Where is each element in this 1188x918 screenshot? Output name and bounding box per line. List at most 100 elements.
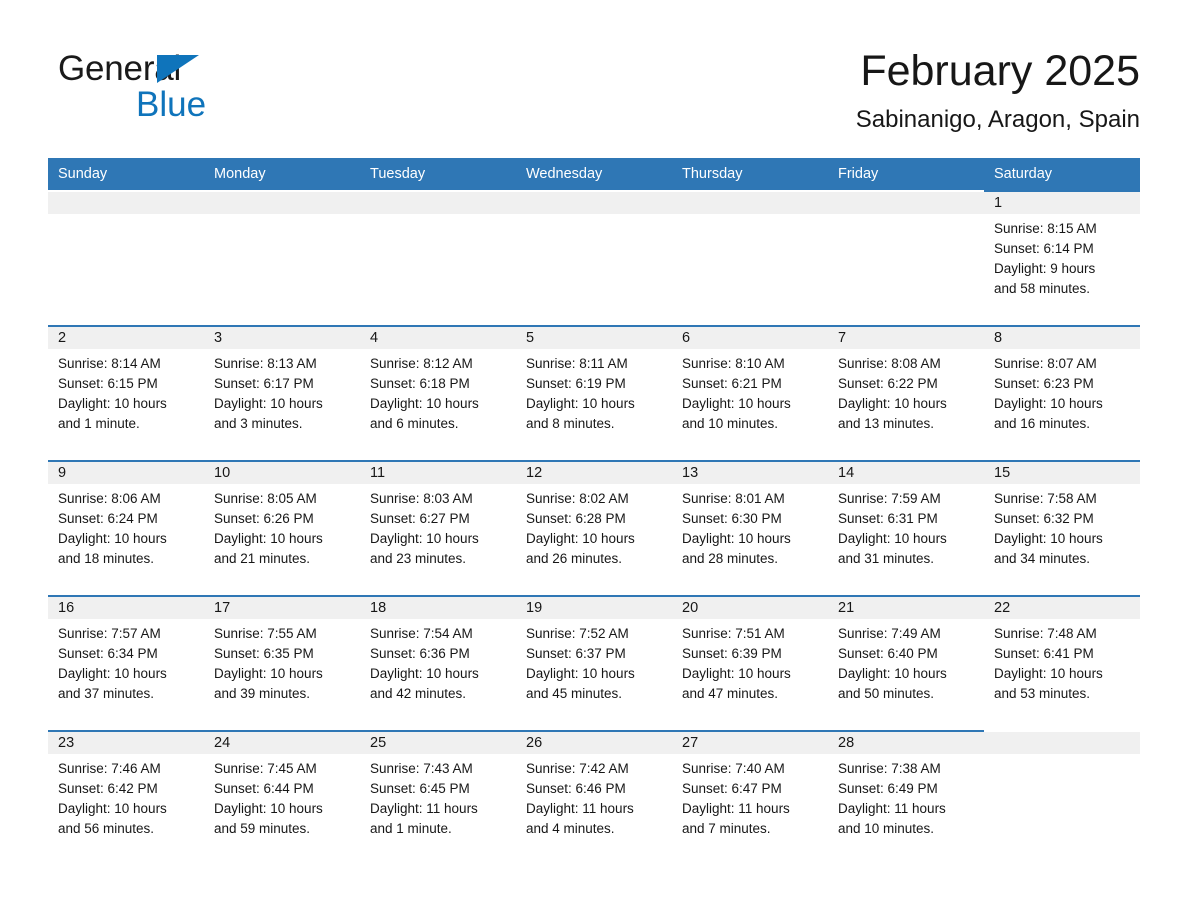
sunrise-time: Sunrise: 7:45 AM [214, 761, 317, 776]
day-number [204, 192, 360, 214]
sunrise-time: Sunrise: 7:58 AM [994, 491, 1097, 506]
daylight-duration-line2: and 21 minutes. [214, 551, 311, 566]
generalblue-logo[interactable]: General Blue [58, 50, 358, 146]
day-number: 4 [360, 327, 516, 349]
daylight-duration-line2: and 4 minutes. [526, 821, 615, 836]
day-number: 3 [204, 327, 360, 349]
calendar-day-cell[interactable]: 28 Sunrise: 7:38 AM Sunset: 6:49 PM Dayligh… [828, 730, 984, 865]
calendar-cell-empty [672, 190, 828, 326]
daylight-duration-line2: and 31 minutes. [838, 551, 935, 566]
sunset-time: Sunset: 6:46 PM [526, 781, 626, 796]
daylight-duration-line1: Daylight: 10 hours [682, 666, 791, 681]
calendar-day-cell[interactable]: 2 Sunrise: 8:14 AM Sunset: 6:15 PM Daylight… [48, 325, 204, 461]
daylight-duration-line2: and 18 minutes. [58, 551, 155, 566]
calendar-day-cell[interactable]: 6 Sunrise: 8:10 AM Sunset: 6:21 PM Daylight… [672, 325, 828, 461]
day-number: 12 [516, 462, 672, 484]
calendar-day-cell[interactable]: 12 Sunrise: 8:02 AM Sunset: 6:28 PM Dayligh… [516, 460, 672, 596]
calendar-day-cell[interactable]: 19 Sunrise: 7:52 AM Sunset: 6:37 PM Dayligh… [516, 595, 672, 731]
day-number: 11 [360, 462, 516, 484]
calendar-day-cell[interactable]: 20 Sunrise: 7:51 AM Sunset: 6:39 PM Dayligh… [672, 595, 828, 731]
day-number: 14 [828, 462, 984, 484]
cell-inner: 1 Sunrise: 8:15 AM Sunset: 6:14 PM Daylight… [984, 192, 1140, 325]
calendar-day-cell[interactable]: 1 Sunrise: 8:15 AM Sunset: 6:14 PM Daylight… [984, 190, 1140, 326]
daylight-duration-line1: Daylight: 10 hours [682, 531, 791, 546]
cell-inner [48, 192, 204, 325]
daylight-duration-line1: Daylight: 10 hours [370, 396, 479, 411]
sunset-time: Sunset: 6:32 PM [994, 511, 1094, 526]
calendar-day-cell[interactable]: 5 Sunrise: 8:11 AM Sunset: 6:19 PM Daylight… [516, 325, 672, 461]
daylight-duration-line2: and 6 minutes. [370, 416, 459, 431]
calendar-day-cell[interactable]: 18 Sunrise: 7:54 AM Sunset: 6:36 PM Dayligh… [360, 595, 516, 731]
weekday-header-wednesday: Wednesday [516, 158, 672, 191]
cell-inner [516, 192, 672, 325]
daylight-duration-line1: Daylight: 10 hours [370, 531, 479, 546]
calendar-day-cell[interactable]: 9 Sunrise: 8:06 AM Sunset: 6:24 PM Daylight… [48, 460, 204, 596]
calendar-day-cell[interactable]: 21 Sunrise: 7:49 AM Sunset: 6:40 PM Dayligh… [828, 595, 984, 731]
calendar-day-cell[interactable]: 24 Sunrise: 7:45 AM Sunset: 6:44 PM Dayligh… [204, 730, 360, 865]
sunset-time: Sunset: 6:15 PM [58, 376, 158, 391]
sunrise-time: Sunrise: 7:49 AM [838, 626, 941, 641]
sunset-time: Sunset: 6:30 PM [682, 511, 782, 526]
sunrise-time: Sunrise: 7:42 AM [526, 761, 629, 776]
calendar-day-cell[interactable]: 8 Sunrise: 8:07 AM Sunset: 6:23 PM Daylight… [984, 325, 1140, 461]
day-number: 22 [984, 597, 1140, 619]
sunset-time: Sunset: 6:23 PM [994, 376, 1094, 391]
sunset-time: Sunset: 6:31 PM [838, 511, 938, 526]
calendar-day-cell[interactable]: 10 Sunrise: 8:05 AM Sunset: 6:26 PM Dayligh… [204, 460, 360, 596]
cell-inner: 10 Sunrise: 8:05 AM Sunset: 6:26 PM Dayligh… [204, 462, 360, 595]
calendar-day-cell[interactable]: 11 Sunrise: 8:03 AM Sunset: 6:27 PM Dayligh… [360, 460, 516, 596]
day-details: Sunrise: 7:58 AM Sunset: 6:32 PM Daylight:… [984, 484, 1140, 569]
calendar-day-cell[interactable]: 13 Sunrise: 8:01 AM Sunset: 6:30 PM Dayligh… [672, 460, 828, 596]
sunrise-time: Sunrise: 7:38 AM [838, 761, 941, 776]
cell-inner: 2 Sunrise: 8:14 AM Sunset: 6:15 PM Daylight… [48, 327, 204, 460]
cell-inner: 25 Sunrise: 7:43 AM Sunset: 6:45 PM Dayligh… [360, 732, 516, 865]
calendar-week-row: 2 Sunrise: 8:14 AM Sunset: 6:15 PM Daylight… [48, 325, 1140, 461]
daylight-duration-line2: and 26 minutes. [526, 551, 623, 566]
daylight-duration-line1: Daylight: 10 hours [526, 531, 635, 546]
day-details: Sunrise: 7:38 AM Sunset: 6:49 PM Daylight:… [828, 754, 984, 839]
cell-inner: 6 Sunrise: 8:10 AM Sunset: 6:21 PM Daylight… [672, 327, 828, 460]
calendar-day-cell[interactable]: 15 Sunrise: 7:58 AM Sunset: 6:32 PM Dayligh… [984, 460, 1140, 596]
sunset-time: Sunset: 6:35 PM [214, 646, 314, 661]
day-number: 23 [48, 732, 204, 754]
calendar-day-cell[interactable]: 4 Sunrise: 8:12 AM Sunset: 6:18 PM Daylight… [360, 325, 516, 461]
daylight-duration-line1: Daylight: 10 hours [994, 531, 1103, 546]
calendar-day-cell[interactable]: 16 Sunrise: 7:57 AM Sunset: 6:34 PM Dayligh… [48, 595, 204, 731]
cell-inner [360, 192, 516, 325]
day-details: Sunrise: 8:15 AM Sunset: 6:14 PM Daylight:… [984, 214, 1140, 299]
day-number: 2 [48, 327, 204, 349]
calendar-day-cell[interactable]: 17 Sunrise: 7:55 AM Sunset: 6:35 PM Dayligh… [204, 595, 360, 731]
sunset-time: Sunset: 6:22 PM [838, 376, 938, 391]
daylight-duration-line1: Daylight: 10 hours [838, 531, 947, 546]
day-number [672, 192, 828, 214]
day-details: Sunrise: 7:43 AM Sunset: 6:45 PM Daylight:… [360, 754, 516, 839]
calendar-day-cell[interactable]: 7 Sunrise: 8:08 AM Sunset: 6:22 PM Daylight… [828, 325, 984, 461]
calendar-cell-empty [360, 190, 516, 326]
weekday-header-friday: Friday [828, 158, 984, 191]
daylight-duration-line1: Daylight: 10 hours [994, 666, 1103, 681]
sunset-time: Sunset: 6:24 PM [58, 511, 158, 526]
daylight-duration-line2: and 56 minutes. [58, 821, 155, 836]
sunrise-time: Sunrise: 8:10 AM [682, 356, 785, 371]
calendar-day-cell[interactable]: 26 Sunrise: 7:42 AM Sunset: 6:46 PM Dayligh… [516, 730, 672, 865]
day-number [516, 192, 672, 214]
daylight-duration-line2: and 50 minutes. [838, 686, 935, 701]
cell-inner: 11 Sunrise: 8:03 AM Sunset: 6:27 PM Dayligh… [360, 462, 516, 595]
calendar-day-cell[interactable]: 23 Sunrise: 7:46 AM Sunset: 6:42 PM Dayligh… [48, 730, 204, 865]
calendar-day-cell[interactable]: 14 Sunrise: 7:59 AM Sunset: 6:31 PM Dayligh… [828, 460, 984, 596]
page-title: February 2025 [860, 47, 1140, 95]
calendar-day-cell[interactable]: 27 Sunrise: 7:40 AM Sunset: 6:47 PM Dayligh… [672, 730, 828, 865]
sunrise-time: Sunrise: 7:55 AM [214, 626, 317, 641]
calendar-day-cell[interactable]: 3 Sunrise: 8:13 AM Sunset: 6:17 PM Daylight… [204, 325, 360, 461]
calendar-week-row: 1 Sunrise: 8:15 AM Sunset: 6:14 PM Daylight… [48, 190, 1140, 326]
day-details: Sunrise: 8:05 AM Sunset: 6:26 PM Daylight:… [204, 484, 360, 569]
day-number: 1 [984, 192, 1140, 214]
daylight-duration-line1: Daylight: 10 hours [214, 531, 323, 546]
day-number: 21 [828, 597, 984, 619]
day-details: Sunrise: 7:42 AM Sunset: 6:46 PM Daylight:… [516, 754, 672, 839]
calendar-day-cell[interactable]: 25 Sunrise: 7:43 AM Sunset: 6:45 PM Dayligh… [360, 730, 516, 865]
sunrise-time: Sunrise: 8:15 AM [994, 221, 1097, 236]
daylight-duration-line2: and 42 minutes. [370, 686, 467, 701]
sunrise-time: Sunrise: 7:46 AM [58, 761, 161, 776]
calendar-day-cell[interactable]: 22 Sunrise: 7:48 AM Sunset: 6:41 PM Dayligh… [984, 595, 1140, 731]
